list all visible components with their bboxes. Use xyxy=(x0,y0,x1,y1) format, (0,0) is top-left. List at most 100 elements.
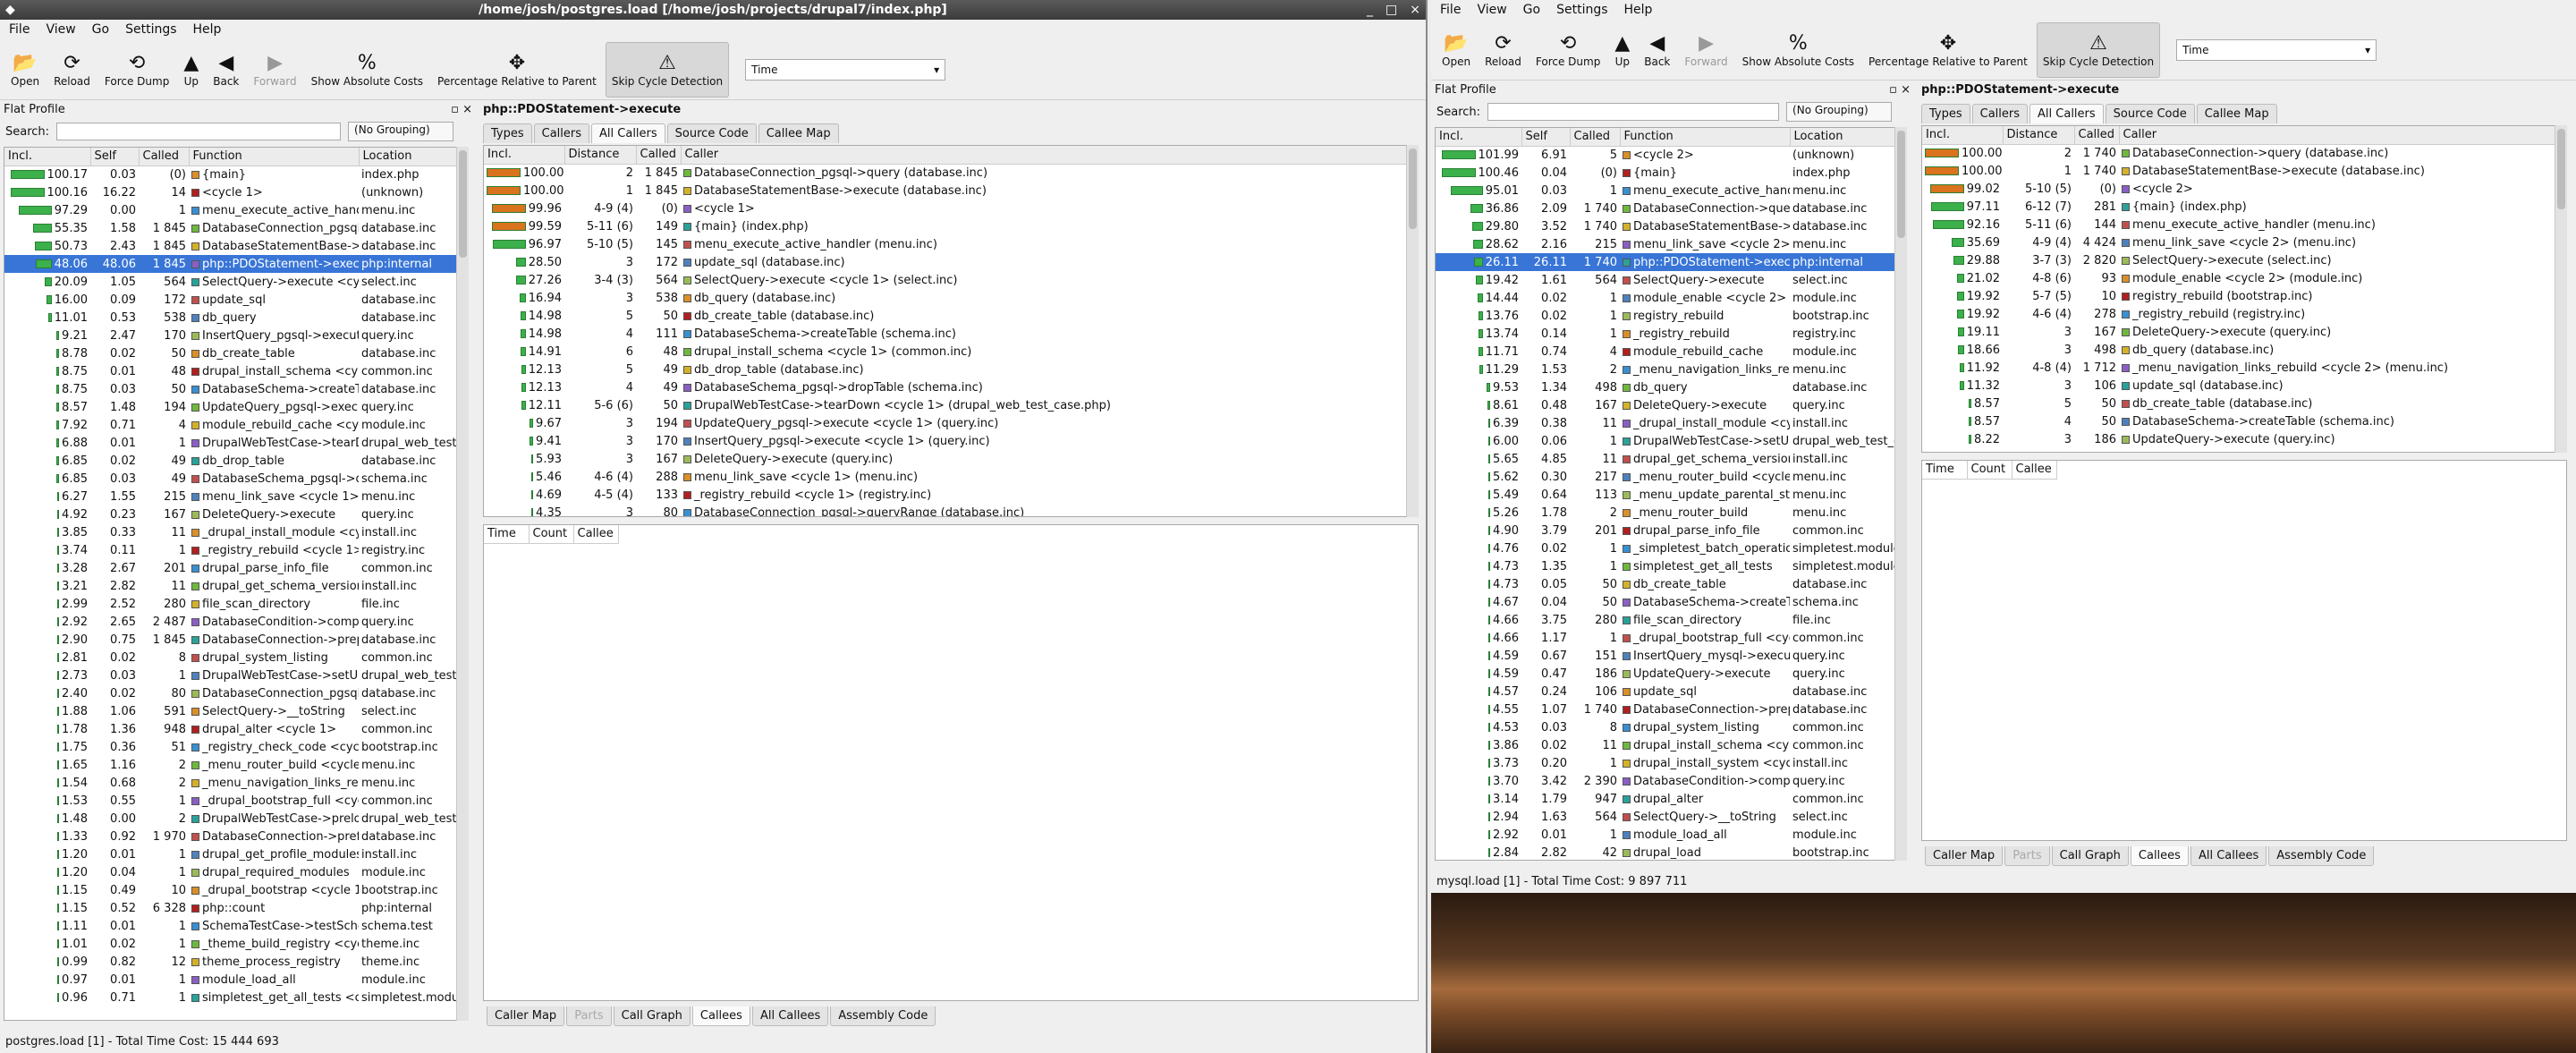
flat-profile-row[interactable]: 1.88 1.06 591 SelectQuery->__toString select… xyxy=(4,702,468,720)
flat-profile-row[interactable]: 26.1126.111 740php::PDOStatement->execut… xyxy=(1436,253,1906,271)
flat-profile-row[interactable]: 2.90 0.75 1 845 DatabaseConnection->prep...… xyxy=(4,631,468,649)
column-header[interactable]: Callee xyxy=(2012,461,2057,480)
column-header[interactable]: Location xyxy=(359,148,468,166)
caller-row[interactable]: 92.16 5-11 (6) 144 menu_execute_active_hand… xyxy=(1922,216,2566,234)
caller-row[interactable]: 7.793151InsertQuery_mysql->execute (quer… xyxy=(1922,448,2566,453)
flat-profile-row[interactable]: 0.960.711simpletest_get_all_tests <cy...… xyxy=(4,989,468,1006)
caller-row[interactable]: 100.00 1 1 845 DatabaseStatementBase->execu… xyxy=(484,182,1418,200)
toolbar-force-dump-button[interactable]: ⟲ Force Dump xyxy=(1530,22,1606,78)
caller-row[interactable]: 9.67 3 194 UpdateQuery_pgsql->execute <cycl… xyxy=(484,414,1418,432)
flat-list-scrollbar[interactable] xyxy=(456,147,469,1021)
flat-profile-row[interactable]: 3.21 2.82 11 drupal_get_schema_versions inst… xyxy=(4,577,468,595)
tab-parts[interactable]: Parts xyxy=(2004,846,2050,866)
flat-profile-row[interactable]: 48.0648.061 845php::PDOStatement->execut… xyxy=(4,255,468,273)
tab-types[interactable]: Types xyxy=(1921,104,1970,123)
flat-profile-row[interactable]: 1.33 0.92 1 970 DatabaseConnection->prefi..… xyxy=(4,828,468,845)
flat-profile-row[interactable]: 5.49 0.64 113 _menu_update_parental_st... me… xyxy=(1436,486,1906,504)
flat-profile-row[interactable]: 9.212.47170InsertQuery_pgsql->execute...… xyxy=(4,327,468,344)
flat-profile-row[interactable]: 2.99 2.52 280 file_scan_directory file.inc xyxy=(4,595,468,613)
caller-row[interactable]: 14.98 5 50 db_create_table (database.inc) xyxy=(484,307,1418,325)
flat-profile-row[interactable]: 101.99 6.91 5 <cycle 2> (unknown) xyxy=(1436,146,1906,164)
flat-profile-row[interactable]: 4.670.0450DatabaseSchema->createTa...sch… xyxy=(1436,593,1906,611)
flat-profile-row[interactable]: 50.732.431 845DatabaseStatementBase->e..… xyxy=(4,237,468,255)
flat-profile-row[interactable]: 8.750.0350DatabaseSchema->createTa...dat… xyxy=(4,380,468,398)
flat-profile-row[interactable]: 2.81 0.02 8 drupal_system_listing common.inc xyxy=(4,649,468,667)
caller-row[interactable]: 28.50 3 172 update_sql (database.inc) xyxy=(484,253,1418,271)
caller-row[interactable]: 9.41 3 170 InsertQuery_pgsql->execute <cycl… xyxy=(484,432,1418,450)
flat-profile-row[interactable]: 5.26 1.78 2 _menu_router_build menu.inc xyxy=(1436,504,1906,522)
maximize-icon[interactable]: □ xyxy=(1385,0,1397,20)
event-type-select[interactable]: Time ▾ xyxy=(745,58,946,81)
flat-profile-row[interactable]: 8.78 0.02 50 db_create_table database.inc xyxy=(4,344,468,362)
flat-profile-row[interactable]: 1.20 0.04 1 drupal_required_modules module.i… xyxy=(4,863,468,881)
flat-profile-row[interactable]: 0.97 0.01 1 module_load_all module.inc xyxy=(4,971,468,989)
tab-call-graph[interactable]: Call Graph xyxy=(2051,846,2129,866)
caller-row[interactable]: 12.13 5 49 db_drop_table (database.inc) xyxy=(484,361,1418,378)
callees-list[interactable]: Time Count Callee xyxy=(483,524,1419,1001)
caller-row[interactable]: 8.22 3 186 UpdateQuery->execute (query.inc) xyxy=(1922,430,2566,448)
flat-profile-row[interactable]: 29.803.521 740DatabaseStatementBase->e..… xyxy=(1436,217,1906,235)
tab-types[interactable]: Types xyxy=(483,123,532,143)
tab-all-callers[interactable]: All Callers xyxy=(2029,104,2104,123)
flat-profile-row[interactable]: 97.290.001menu_execute_active_handlermen… xyxy=(4,201,468,219)
flat-profile-row[interactable]: 13.76 0.02 1 registry_rebuild bootstrap.inc xyxy=(1436,307,1906,325)
flat-profile-row[interactable]: 8.571.48194UpdateQuery_pgsql->execute...… xyxy=(4,398,468,416)
flat-profile-row[interactable]: 11.291.532_menu_navigation_links_reb...m… xyxy=(1436,361,1906,378)
toolbar-force-dump-button[interactable]: ⟲ Force Dump xyxy=(99,42,174,98)
scrollbar-thumb[interactable] xyxy=(459,150,467,258)
callees-list[interactable]: Time Count Callee xyxy=(1921,460,2567,841)
caller-row[interactable]: 4.69 4-5 (4) 133 _registry_rebuild <cycle 1… xyxy=(484,486,1418,504)
menu-file[interactable]: File xyxy=(1440,3,1461,17)
search-input[interactable] xyxy=(1487,103,1780,121)
column-header[interactable]: Incl. xyxy=(484,146,565,165)
menu-go[interactable]: Go xyxy=(1523,3,1540,17)
flat-profile-row[interactable]: 55.35 1.58 1 845 DatabaseConnection_pgsql-.… xyxy=(4,219,468,237)
flat-profile-row[interactable]: 4.92 0.23 167 DeleteQuery->execute query.inc xyxy=(4,505,468,523)
toolbar-reload-button[interactable]: ⟳ Reload xyxy=(1479,22,1527,78)
flat-profile-row[interactable]: 4.90 3.79 201 drupal_parse_info_file common.… xyxy=(1436,522,1906,539)
flat-profile-row[interactable]: 6.85 0.02 49 db_drop_table database.inc xyxy=(4,452,468,470)
tab-callee-map[interactable]: Callee Map xyxy=(758,123,839,143)
menu-settings[interactable]: Settings xyxy=(125,22,176,37)
flat-profile-row[interactable]: 3.73 0.20 1 drupal_install_system <cycl... i… xyxy=(1436,754,1906,772)
caller-row[interactable]: 12.11 5-6 (6) 50 DrupalWebTestCase->tearDow… xyxy=(484,396,1418,414)
column-header[interactable]: Called xyxy=(1570,128,1621,147)
caller-row[interactable]: 100.00 2 1 740 DatabaseConnection->query (d… xyxy=(1922,144,2566,162)
caller-row[interactable]: 99.02 5-10 (5) (0) <cycle 2> xyxy=(1922,180,2566,198)
flat-profile-row[interactable]: 4.760.021_simpletest_batch_operation...s… xyxy=(1436,539,1906,557)
tab-callers[interactable]: Callers xyxy=(533,123,590,143)
flat-profile-row[interactable]: 4.55 1.07 1 740 DatabaseConnection->prep...… xyxy=(1436,701,1906,718)
flat-profile-row[interactable]: 3.70 3.42 2 390 DatabaseCondition->compile q… xyxy=(1436,772,1906,790)
caller-row[interactable]: 14.91 6 48 drupal_install_schema <cycle 1> … xyxy=(484,343,1418,361)
caller-row[interactable]: 100.00 1 1 740 DatabaseStatementBase->execu… xyxy=(1922,162,2566,180)
caller-row[interactable]: 29.88 3-7 (3) 2 820 SelectQuery->execute (s… xyxy=(1922,251,2566,269)
flat-list-scrollbar[interactable] xyxy=(1894,127,1907,861)
flat-profile-row[interactable]: 6.000.061DrupalWebTestCase->setUp ...dru… xyxy=(1436,432,1906,450)
flat-profile-row[interactable]: 1.010.021_theme_build_registry <cycl...t… xyxy=(4,935,468,953)
flat-profile-row[interactable]: 4.53 0.03 8 drupal_system_listing common.inc xyxy=(1436,718,1906,736)
caller-row[interactable]: 18.66 3 498 db_query (database.inc) xyxy=(1922,341,2566,359)
caller-row[interactable]: 97.11 6-12 (7) 281 {main} (index.php) xyxy=(1922,198,2566,216)
flat-profile-row[interactable]: 4.57 0.24 106 update_sql database.inc xyxy=(1436,683,1906,701)
flat-profile-row[interactable]: 2.92 0.01 1 module_load_all module.inc xyxy=(1436,826,1906,844)
toolbar-up-button[interactable]: ▲ Up xyxy=(1609,22,1635,78)
all-callers-list[interactable]: Incl. Distance Called Caller 100.00 2 1 740 Dat… xyxy=(1921,125,2567,453)
flat-profile-row[interactable]: 6.880.011DrupalWebTestCase->tearDo...dru… xyxy=(4,434,468,452)
tab-all-callers[interactable]: All Callers xyxy=(591,123,665,143)
toolbar-forward-button[interactable]: ▶ Forward xyxy=(248,42,301,98)
scrollbar-thumb[interactable] xyxy=(1897,131,1905,238)
grouping-select[interactable]: (No Grouping) xyxy=(348,122,454,141)
column-header[interactable]: Location xyxy=(1790,128,1906,147)
column-header[interactable]: Incl. xyxy=(1922,126,2004,145)
flat-profile-row[interactable]: 6.27 1.55 215 menu_link_save <cycle 1> menu.… xyxy=(4,488,468,505)
toolbar-skip-cycle-detection-button[interactable]: ⚠ Skip Cycle Detection xyxy=(2036,21,2161,78)
flat-profile-row[interactable]: 100.46 0.04 (0) {main} index.php xyxy=(1436,164,1906,182)
caller-row[interactable]: 14.98 4 111 DatabaseSchema->createTable (sc… xyxy=(484,325,1418,343)
grouping-select[interactable]: (No Grouping) xyxy=(1786,102,1893,122)
column-header[interactable]: Self xyxy=(90,148,140,166)
flat-profile-row[interactable]: 3.860.0211drupal_install_schema <cycl...… xyxy=(1436,736,1906,754)
caller-row[interactable]: 21.02 4-8 (6) 93 module_enable <cycle 2> (m… xyxy=(1922,269,2566,287)
flat-profile-list[interactable]: Incl. Self Called Function Location 100.17 0.0… xyxy=(4,147,469,1021)
dock-buttons-icon[interactable]: ▫ × xyxy=(451,100,472,120)
caller-row[interactable]: 35.69 4-9 (4) 4 424 menu_link_save <cycle 2… xyxy=(1922,234,2566,251)
